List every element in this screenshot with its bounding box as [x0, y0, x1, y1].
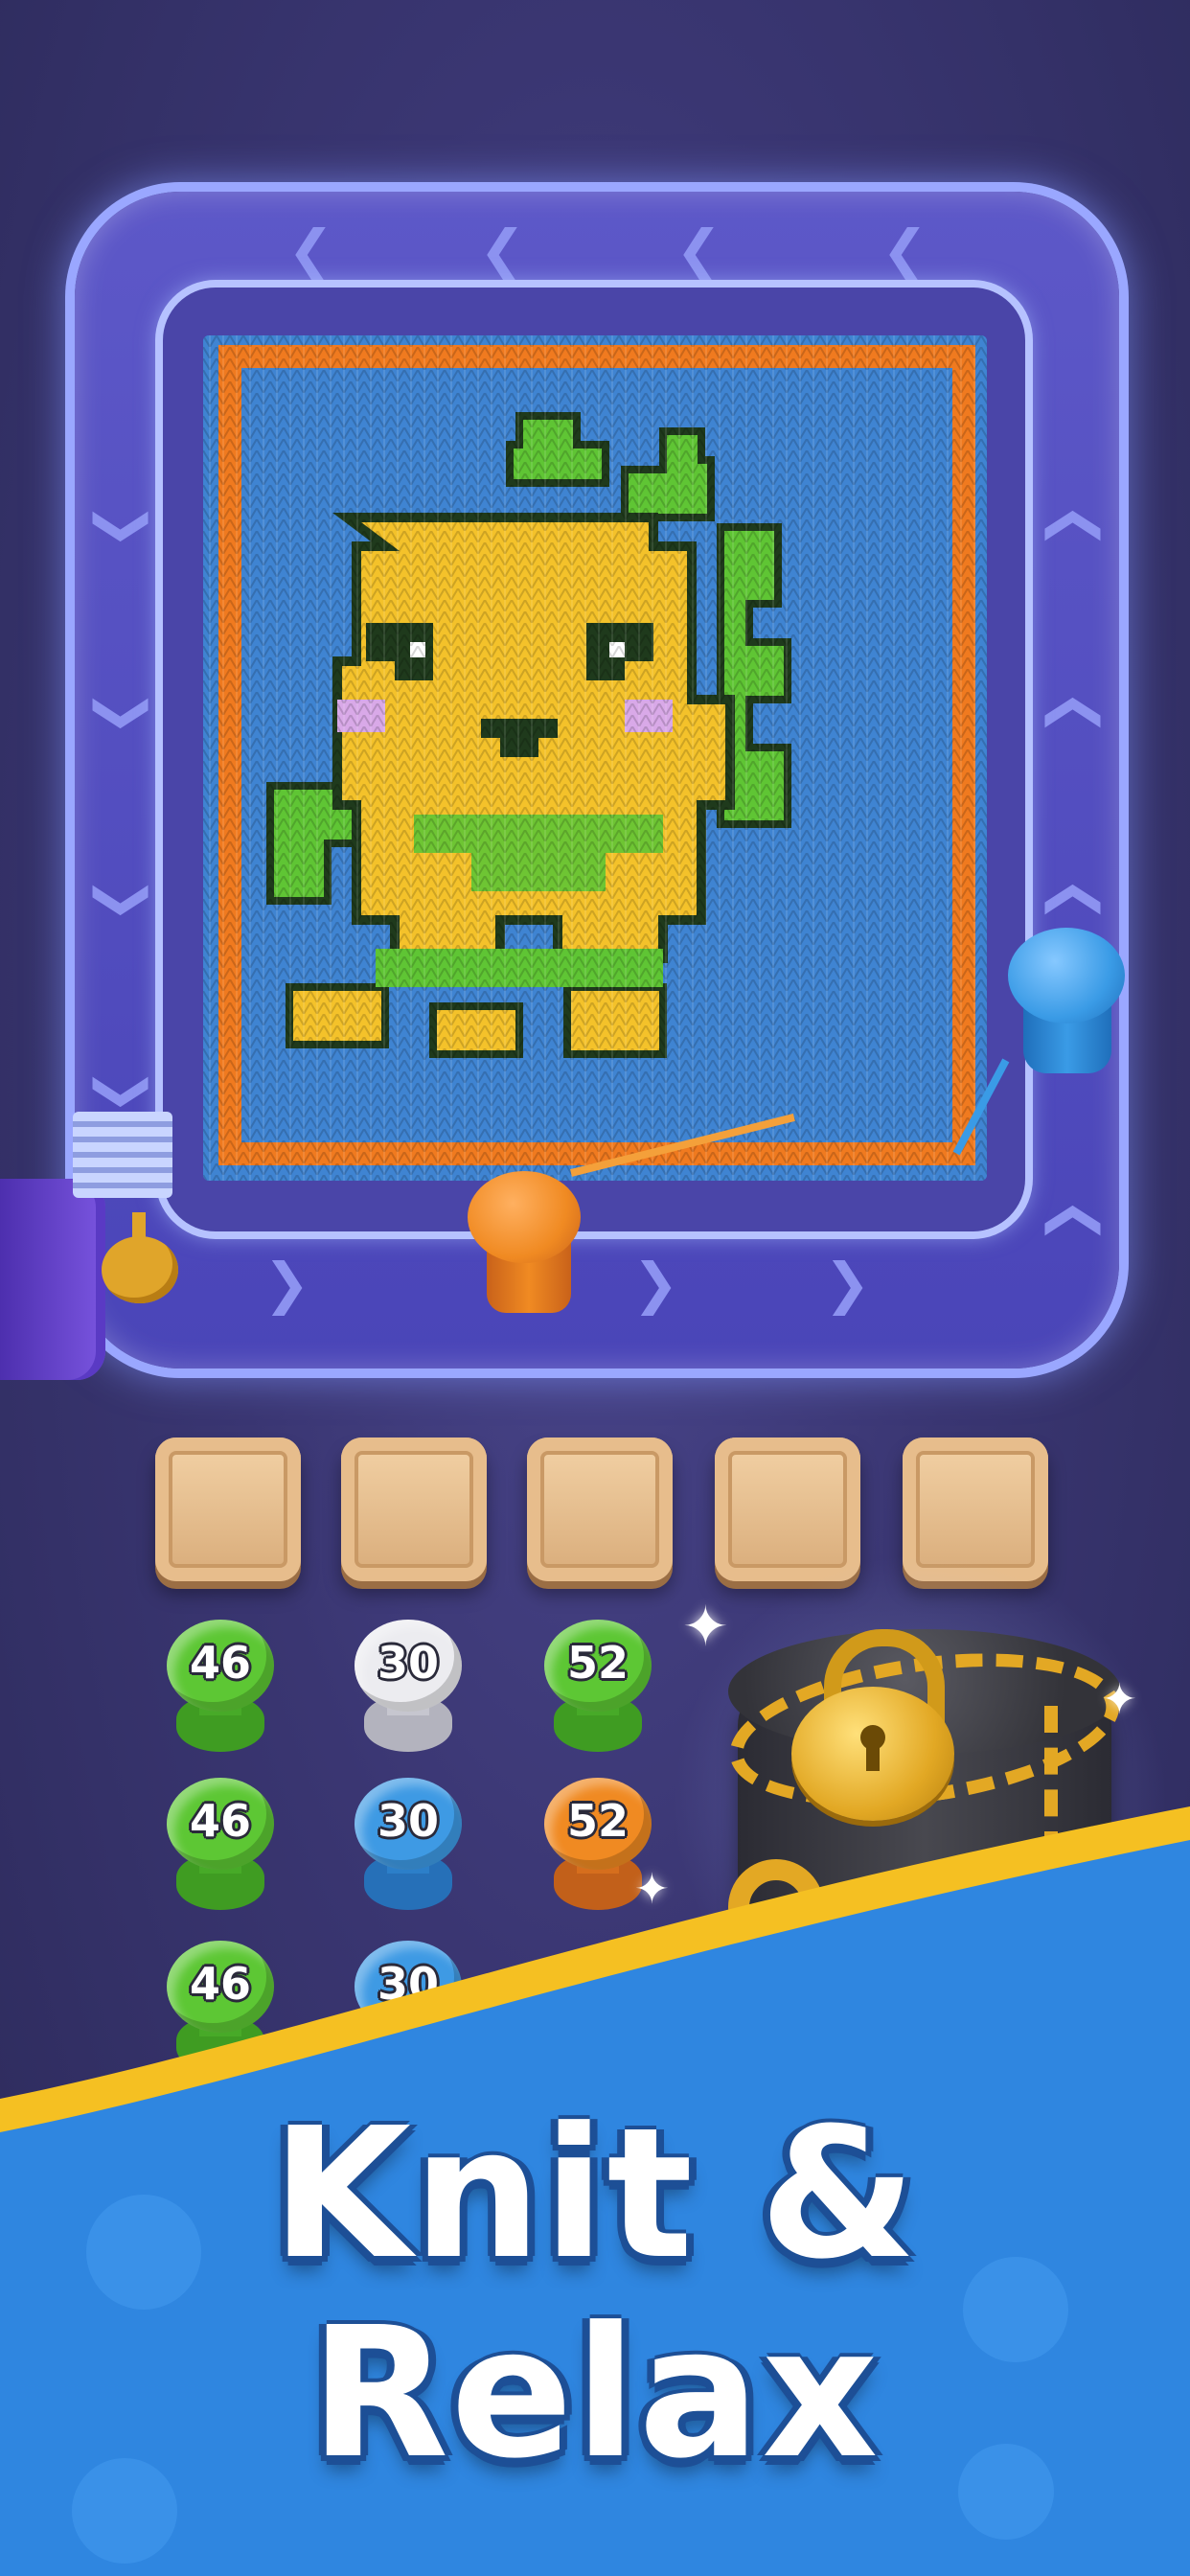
machine-peg	[132, 1212, 146, 1251]
chevron-up-icon: ❯	[1035, 876, 1101, 924]
chevron-left-icon: ❮	[479, 218, 526, 283]
tray-slot[interactable]	[341, 1438, 487, 1581]
chevron-down-icon: ❯	[92, 1068, 158, 1116]
keyhole	[866, 1742, 880, 1771]
spool-green-52[interactable]: 52	[540, 1620, 655, 1754]
spool-count: 30	[377, 1637, 439, 1689]
chevron-up-icon: ❯	[1035, 1197, 1101, 1245]
tray-slot[interactable]	[527, 1438, 673, 1581]
spool-count: 52	[566, 1637, 629, 1689]
chevron-down-icon: ❯	[92, 502, 158, 550]
knitting-machine	[0, 1179, 105, 1380]
tray-slot[interactable]	[155, 1438, 301, 1581]
headline-line-2: Relax	[309, 2288, 881, 2498]
orange-spool[interactable]	[468, 1171, 581, 1263]
machine-ramp	[73, 1112, 172, 1198]
sparkle-icon: ✦	[1102, 1675, 1137, 1724]
spool-count: 46	[189, 1637, 251, 1689]
chevron-left-icon: ❮	[881, 218, 928, 283]
headline-line-1: Knit &	[271, 2089, 919, 2299]
blue-spool[interactable]	[1008, 928, 1125, 1024]
chevron-up-icon: ❯	[1035, 689, 1101, 737]
sparkle-icon: ✦	[682, 1594, 729, 1659]
spool-white-30[interactable]: 30	[351, 1620, 466, 1754]
chevron-right-icon: ❯	[824, 1251, 871, 1316]
chevron-left-icon: ❮	[287, 218, 334, 283]
chevron-right-icon: ❯	[263, 1251, 310, 1316]
chevron-left-icon: ❮	[675, 218, 722, 283]
spool-green-46[interactable]: 46	[163, 1620, 278, 1754]
chevron-down-icon: ❯	[92, 876, 158, 924]
knit-tapestry	[203, 335, 987, 1181]
chevron-down-icon: ❯	[92, 689, 158, 737]
chevron-right-icon: ❯	[632, 1251, 679, 1316]
chevron-up-icon: ❯	[1035, 502, 1101, 550]
tray-slot[interactable]	[715, 1438, 860, 1581]
